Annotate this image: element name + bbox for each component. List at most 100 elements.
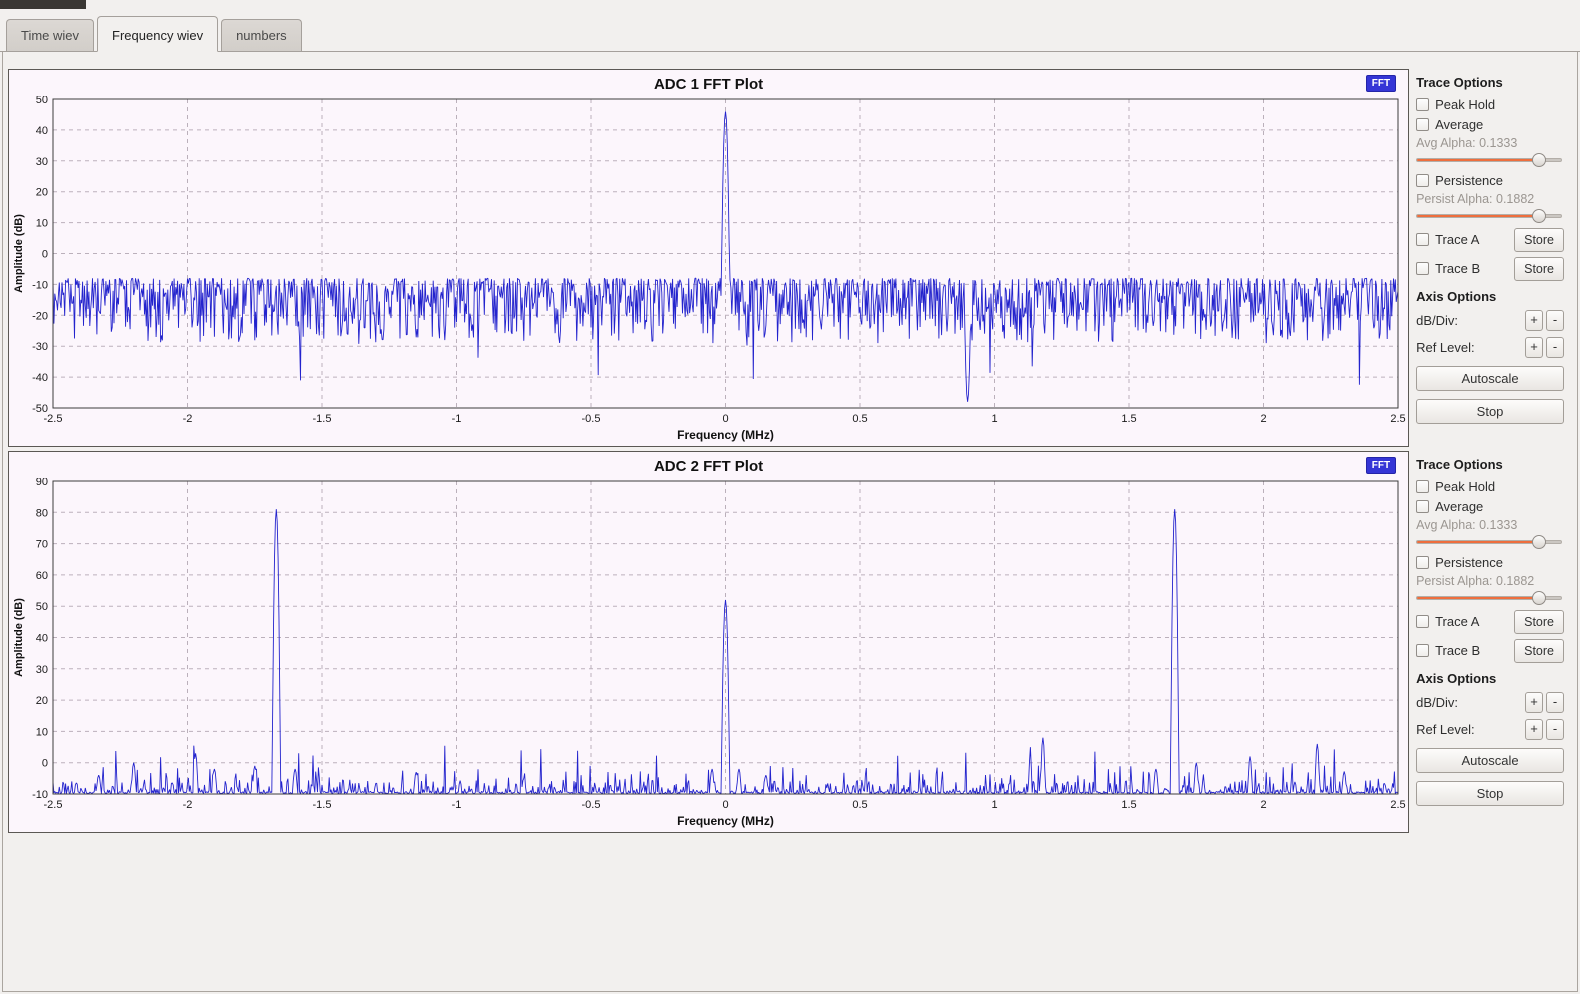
average-label: Average [1435,117,1483,132]
average-label: Average [1435,499,1483,514]
svg-text:80: 80 [36,507,48,519]
adc2-controls: Trace Options Peak Hold Average Avg Alph… [1409,451,1572,833]
slider-fill [1417,159,1538,161]
svg-text:-30: -30 [32,341,48,353]
svg-text:-0.5: -0.5 [582,413,601,425]
slider-handle[interactable] [1532,153,1546,167]
svg-text:2.5: 2.5 [1390,799,1405,811]
store-a-button-2[interactable]: Store [1514,610,1564,634]
tab-frequency-view[interactable]: Frequency wiev [97,16,218,52]
avg-alpha-slider-2[interactable] [1416,534,1562,549]
ref-level-row-2: Ref Level: + - [1416,718,1564,740]
average-checkbox-2[interactable]: Average [1416,497,1564,515]
svg-text:-1.5: -1.5 [313,799,332,811]
svg-text:-10: -10 [32,279,48,291]
adc2-fft-plot-canvas[interactable]: -2.5-2-1.5-1-0.500.511.522.5-10010203040… [9,478,1407,830]
svg-text:-0.5: -0.5 [582,799,601,811]
checkbox-icon [1416,615,1429,628]
stop-button-1[interactable]: Stop [1416,399,1564,424]
ref-level-minus-button-1[interactable]: - [1546,337,1564,358]
store-b-button-2[interactable]: Store [1514,639,1564,663]
svg-text:20: 20 [36,187,48,199]
trace-a-checkbox-2[interactable]: Trace A [1416,613,1479,631]
trace-b-checkbox-1[interactable]: Trace B [1416,260,1480,278]
svg-text:20: 20 [36,695,48,707]
ref-level-label: Ref Level: [1416,722,1475,737]
svg-text:30: 30 [36,664,48,676]
svg-text:10: 10 [36,218,48,230]
svg-text:2: 2 [1260,413,1266,425]
avg-alpha-slider-1[interactable] [1416,152,1562,167]
trace-a-row-2: Trace A Store [1416,609,1564,634]
store-a-button-1[interactable]: Store [1514,228,1564,252]
trace-b-checkbox-2[interactable]: Trace B [1416,642,1480,660]
checkbox-icon [1416,118,1429,131]
svg-text:0: 0 [722,799,728,811]
tab-page-frequency-view: ADC 1 FFT Plot FFT -2.5-2-1.5-1-0.500.51… [2,52,1578,992]
svg-text:0.5: 0.5 [852,799,867,811]
db-div-plus-button-2[interactable]: + [1525,692,1543,713]
fft-badge: FFT [1366,457,1396,474]
trace-options-header-2: Trace Options [1416,457,1564,472]
ref-level-plus-button-2[interactable]: + [1525,719,1543,740]
fft-badge: FFT [1366,75,1396,92]
tab-numbers[interactable]: numbers [221,19,302,51]
adc1-plot-title: ADC 1 FFT Plot [9,76,1408,93]
persistence-checkbox-2[interactable]: Persistence [1416,553,1564,571]
slider-handle[interactable] [1532,209,1546,223]
persist-alpha-slider-2[interactable] [1416,590,1562,605]
autoscale-button-2[interactable]: Autoscale [1416,748,1564,773]
stop-button-2[interactable]: Stop [1416,781,1564,806]
slider-handle[interactable] [1532,591,1546,605]
checkbox-icon [1416,98,1429,111]
slider-fill [1417,215,1538,217]
trace-a-label: Trace A [1435,614,1479,629]
trace-b-row-2: Trace B Store [1416,638,1564,663]
peak-hold-label: Peak Hold [1435,97,1495,112]
db-div-row-2: dB/Div: + - [1416,691,1564,713]
svg-text:2.5: 2.5 [1390,413,1405,425]
svg-text:0.5: 0.5 [852,413,867,425]
persistence-label: Persistence [1435,173,1503,188]
db-div-label: dB/Div: [1416,695,1458,710]
db-div-minus-button-1[interactable]: - [1546,310,1564,331]
average-checkbox-1[interactable]: Average [1416,115,1564,133]
autoscale-button-1[interactable]: Autoscale [1416,366,1564,391]
svg-text:50: 50 [36,96,48,106]
trace-a-row-1: Trace A Store [1416,227,1564,252]
checkbox-icon [1416,644,1429,657]
ref-level-label: Ref Level: [1416,340,1475,355]
checkbox-icon [1416,233,1429,246]
svg-text:1.5: 1.5 [1121,413,1136,425]
svg-text:-2: -2 [183,413,193,425]
checkbox-icon [1416,556,1429,569]
svg-text:1: 1 [991,799,997,811]
svg-text:-50: -50 [32,403,48,415]
tab-time-view[interactable]: Time wiev [6,19,94,51]
persist-alpha-label-2: Persist Alpha: 0.1882 [1416,574,1564,588]
axis-options-header-1: Axis Options [1416,289,1564,304]
ref-level-minus-button-2[interactable]: - [1546,719,1564,740]
trace-a-label: Trace A [1435,232,1479,247]
ref-level-plus-button-1[interactable]: + [1525,337,1543,358]
peak-hold-checkbox-1[interactable]: Peak Hold [1416,95,1564,113]
checkbox-icon [1416,480,1429,493]
trace-b-label: Trace B [1435,643,1480,658]
slider-handle[interactable] [1532,535,1546,549]
peak-hold-checkbox-2[interactable]: Peak Hold [1416,477,1564,495]
db-div-minus-button-2[interactable]: - [1546,692,1564,713]
svg-text:50: 50 [36,601,48,613]
svg-text:40: 40 [36,633,48,645]
persistence-checkbox-1[interactable]: Persistence [1416,171,1564,189]
store-b-button-1[interactable]: Store [1514,257,1564,281]
adc1-fft-plot-canvas[interactable]: -2.5-2-1.5-1-0.500.511.522.5-50-40-30-20… [9,96,1407,444]
svg-text:0: 0 [42,758,48,770]
trace-options-header-1: Trace Options [1416,75,1564,90]
persist-alpha-slider-1[interactable] [1416,208,1562,223]
trace-b-row-1: Trace B Store [1416,256,1564,281]
db-div-plus-button-1[interactable]: + [1525,310,1543,331]
persist-alpha-label-1: Persist Alpha: 0.1882 [1416,192,1564,206]
trace-a-checkbox-1[interactable]: Trace A [1416,231,1479,249]
db-div-row-1: dB/Div: + - [1416,309,1564,331]
slider-fill [1417,597,1538,599]
